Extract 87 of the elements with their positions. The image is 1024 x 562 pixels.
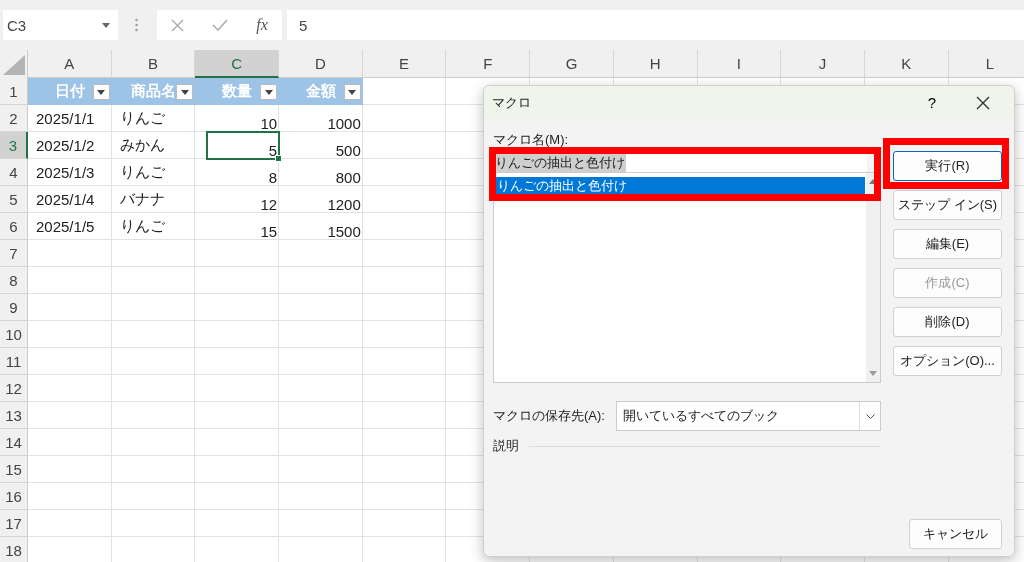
table-cell-text: バナナ — [118, 189, 166, 209]
filter-button[interactable] — [260, 84, 278, 100]
location-label: マクロの保存先(A): — [493, 407, 606, 425]
column-header[interactable]: J — [781, 50, 865, 78]
row-header[interactable]: 14 — [0, 429, 28, 456]
scrollbar[interactable] — [866, 173, 880, 382]
table-cell-text: 500 — [334, 141, 362, 159]
filter-button[interactable] — [343, 84, 361, 100]
dialog-button[interactable]: 編集(E) — [893, 229, 1002, 259]
row-header[interactable]: 2 — [0, 105, 28, 132]
column-header[interactable]: B — [111, 50, 196, 78]
column-header[interactable]: A — [28, 50, 112, 78]
row-header[interactable]: 12 — [0, 375, 28, 402]
filter-button[interactable] — [176, 84, 194, 100]
macro-name-label: マクロ名(M): — [493, 131, 570, 149]
table-cell-text: 1000 — [326, 114, 362, 132]
row-header[interactable]: 7 — [0, 240, 28, 267]
column-header[interactable]: I — [697, 50, 782, 78]
table-header: 数量 — [222, 82, 253, 101]
column-header[interactable]: F — [446, 50, 531, 78]
description-label: 説明 — [493, 437, 519, 455]
table-header: 日付 — [54, 82, 85, 101]
help-button[interactable]: ? — [923, 94, 940, 111]
column-header[interactable]: K — [864, 50, 949, 78]
table-cell-text: 800 — [334, 168, 362, 186]
row-header[interactable]: 11 — [0, 348, 28, 375]
table-cell-text: りんご — [118, 108, 166, 128]
table-header: 商品名 — [131, 82, 177, 101]
column-header[interactable]: G — [530, 50, 614, 78]
table-cell-text: りんご — [118, 162, 166, 182]
name-box[interactable]: C3 — [3, 10, 118, 40]
row-header[interactable]: 5 — [0, 186, 28, 213]
table-cell-text: 1200 — [326, 195, 362, 213]
macro-list-item[interactable]: りんごの抽出と色付け — [495, 177, 865, 195]
caret-icon — [97, 89, 106, 95]
dialog-title: マクロ — [492, 93, 532, 112]
table-cell: 5 — [207, 132, 280, 159]
column-header[interactable]: H — [613, 50, 698, 78]
column-header[interactable]: L — [948, 50, 1024, 78]
row-header[interactable]: 17 — [0, 510, 28, 537]
table-header: 金額 — [305, 82, 336, 101]
table-cell-text: 2025/1/4 — [35, 190, 96, 210]
check-icon[interactable] — [212, 19, 229, 31]
cancel-icon[interactable] — [171, 18, 185, 32]
column-header[interactable]: E — [362, 50, 447, 78]
row-header[interactable]: 13 — [0, 402, 28, 429]
row-header[interactable]: 9 — [0, 294, 28, 321]
caret-icon — [264, 89, 273, 95]
row-header[interactable]: 3 — [0, 132, 28, 159]
dialog-button[interactable]: 実行(R) — [893, 151, 1002, 181]
row-header[interactable]: 10 — [0, 321, 28, 348]
table-cell-text: りんご — [118, 216, 166, 236]
row-header[interactable]: 16 — [0, 483, 28, 510]
table-cell-text: 8 — [267, 168, 279, 186]
table-cell-text: 15 — [259, 222, 279, 240]
dialog-button[interactable]: ステップ イン(S) — [893, 190, 1002, 220]
close-icon[interactable] — [976, 95, 990, 110]
grip-icon — [135, 18, 138, 32]
dialog-button[interactable]: 削除(D) — [893, 307, 1002, 337]
caret-icon — [348, 89, 357, 95]
table-cell-text: 12 — [259, 195, 279, 213]
row-header[interactable]: 6 — [0, 213, 28, 240]
row-header[interactable]: 8 — [0, 267, 28, 294]
row-header[interactable]: 4 — [0, 159, 28, 186]
chevron-icon — [865, 413, 875, 419]
caret-icon — [102, 22, 110, 28]
formula-field[interactable]: 5 — [287, 10, 1024, 40]
row-header[interactable]: 18 — [0, 537, 28, 562]
insert-function-button[interactable]: fx — [256, 16, 268, 34]
row-header[interactable]: 15 — [0, 456, 28, 483]
cancel-button[interactable]: キャンセル — [909, 519, 1002, 549]
scroll-up-icon[interactable] — [869, 179, 877, 184]
table-cell-text: 1500 — [326, 222, 362, 240]
filter-button[interactable] — [92, 84, 110, 100]
dialog-button[interactable]: オプション(O)... — [893, 346, 1002, 376]
scroll-down-icon[interactable] — [869, 371, 877, 376]
row-header[interactable]: 1 — [0, 78, 28, 105]
location-dropdown[interactable]: 開いているすべてのブック — [616, 401, 881, 431]
table-cell-text: 2025/1/2 — [35, 136, 96, 156]
table-cell-text: 10 — [259, 114, 279, 132]
column-header[interactable]: D — [279, 50, 363, 78]
table-cell-text: 2025/1/1 — [35, 109, 96, 129]
table-cell-text: 2025/1/3 — [35, 163, 96, 183]
table-cell-text: 2025/1/5 — [35, 217, 96, 237]
table-cell-text: みかん — [118, 135, 166, 155]
column-header[interactable]: C — [195, 50, 280, 78]
caret-icon — [180, 89, 189, 95]
